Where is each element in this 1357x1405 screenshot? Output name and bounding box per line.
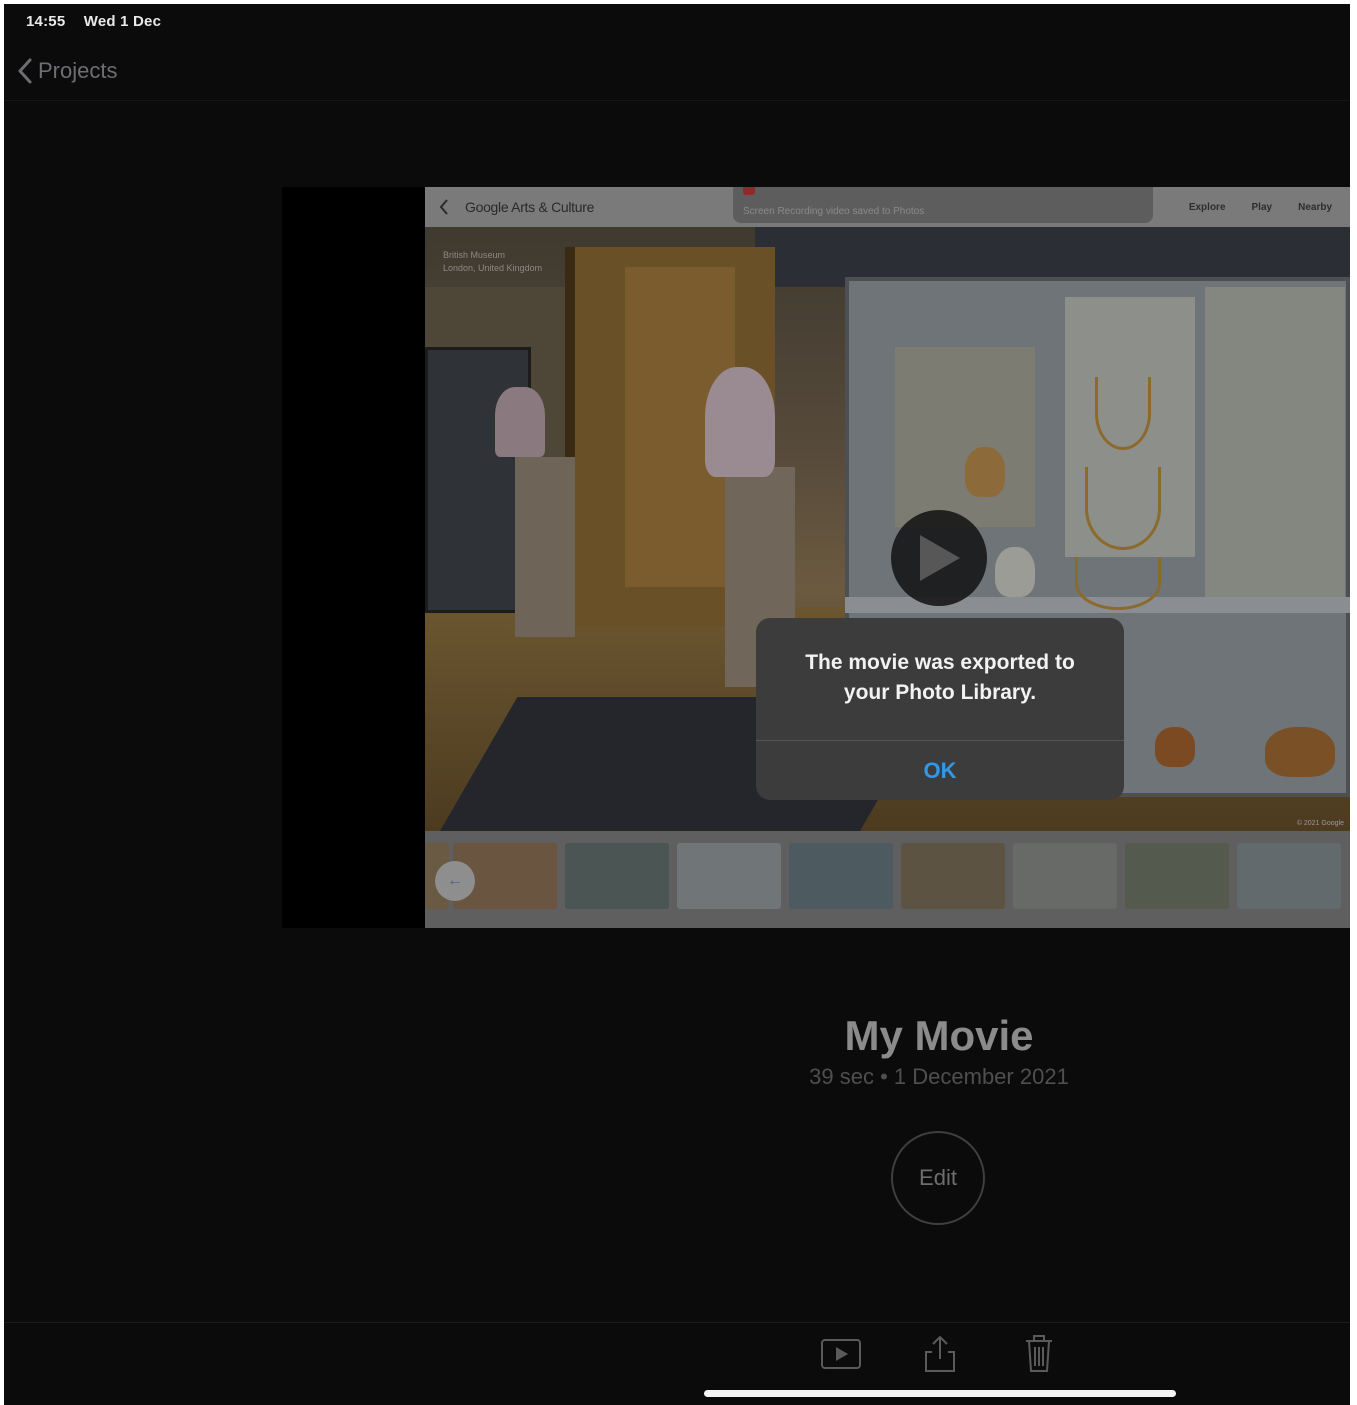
home-indicator[interactable] xyxy=(704,1390,1176,1397)
project-title: My Movie xyxy=(844,1012,1034,1059)
status-bar: 14:55 Wed 1 Dec xyxy=(26,13,175,30)
project-subtitle: 39 sec • 1 December 2021 xyxy=(809,1064,1069,1089)
scene-location-name: British Museum xyxy=(443,250,506,260)
preview-app-menu: Explore Play Nearby xyxy=(1189,187,1332,227)
thumbnail xyxy=(677,843,781,909)
delete-button[interactable] xyxy=(1017,1332,1061,1376)
thumbnail xyxy=(901,843,1005,909)
projects-back-button[interactable]: Projects xyxy=(18,54,117,88)
thumbnail xyxy=(1237,843,1341,909)
preview-menu-nearby: Nearby xyxy=(1298,201,1332,213)
banner-text: Screen Recording video saved to Photos xyxy=(743,206,925,217)
alert-ok-button[interactable]: OK xyxy=(756,741,1124,800)
play-movie-button[interactable] xyxy=(819,1332,863,1376)
movie-preview[interactable]: Google Arts & Culture Screen Recording v… xyxy=(425,187,1350,928)
share-button[interactable] xyxy=(918,1332,962,1376)
share-icon xyxy=(925,1335,955,1372)
preview-letterbox xyxy=(282,187,426,928)
imovie-project-screen: 14:55 Wed 1 Dec Projects Google Arts & C… xyxy=(4,4,1350,1405)
toolbar-divider xyxy=(4,1322,1350,1323)
play-icon xyxy=(821,1339,861,1369)
chevron-left-icon xyxy=(18,58,32,84)
preview-app-brand: Google Arts & Culture xyxy=(465,199,595,215)
trash-icon xyxy=(1026,1335,1052,1372)
thumbnail xyxy=(1013,843,1117,909)
back-label: Projects xyxy=(38,58,118,83)
arrow-left-icon: ← xyxy=(435,861,475,901)
recording-icon xyxy=(743,187,755,195)
thumbnail xyxy=(789,843,893,909)
play-preview-button[interactable] xyxy=(891,510,987,606)
status-date: Wed 1 Dec xyxy=(83,13,162,30)
chevron-left-icon xyxy=(439,199,449,215)
thumbnail-strip: ← xyxy=(425,831,1350,928)
alert-message: The movie was exported to your Photo Lib… xyxy=(805,651,1075,704)
thumbnail xyxy=(565,843,669,909)
preview-app-header: Google Arts & Culture Screen Recording v… xyxy=(425,187,1350,227)
status-time: 14:55 xyxy=(26,13,66,30)
edit-button[interactable]: Edit xyxy=(891,1131,985,1225)
play-icon xyxy=(920,535,960,581)
preview-menu-play: Play xyxy=(1251,201,1273,213)
nav-divider xyxy=(4,100,1350,101)
export-alert-dialog: The movie was exported to your Photo Lib… xyxy=(756,618,1124,800)
preview-menu-explore: Explore xyxy=(1188,201,1226,213)
screen-recording-banner: Screen Recording video saved to Photos xyxy=(733,187,1153,223)
scene-copyright: © 2021 Google xyxy=(1296,820,1344,827)
scene-location-place: London, United Kingdom xyxy=(443,263,543,273)
thumbnail xyxy=(1125,843,1229,909)
scene-caption: British Museum London, United Kingdom xyxy=(443,249,542,275)
